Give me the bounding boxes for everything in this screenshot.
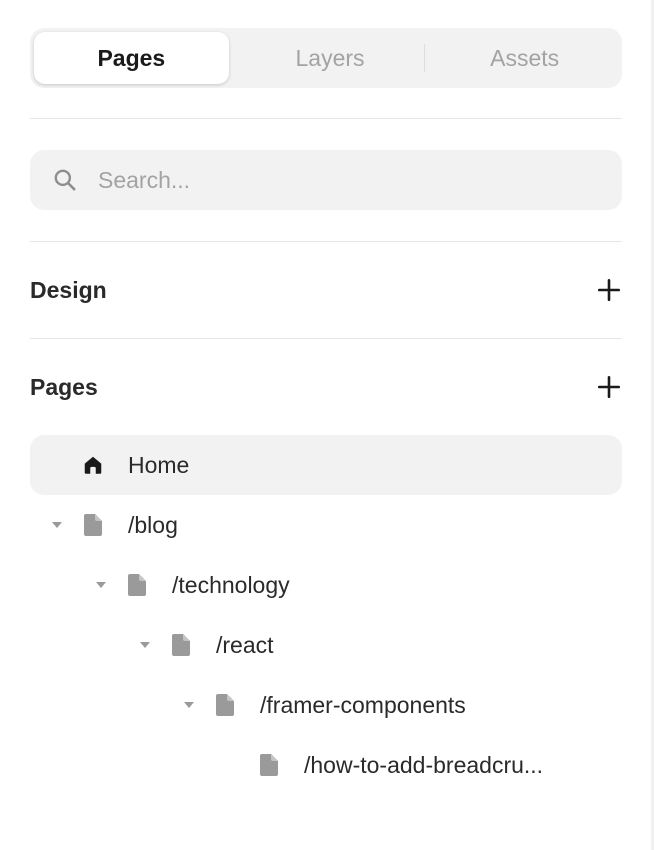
page-icon	[128, 574, 146, 596]
add-page-plus-icon[interactable]	[596, 374, 622, 400]
search-icon	[54, 169, 76, 191]
search-input[interactable]	[96, 165, 560, 195]
caret-down-icon[interactable]	[52, 522, 62, 528]
section-title-pages: Pages	[30, 373, 98, 400]
tree-item-label: /react	[216, 632, 274, 658]
divider	[30, 118, 622, 119]
home-icon	[84, 456, 102, 474]
tree-item-label: Home	[128, 452, 190, 478]
caret-down-icon[interactable]	[184, 702, 194, 708]
caret-down-icon[interactable]	[140, 642, 150, 648]
tab-divider	[424, 44, 425, 72]
tree-item-label: /how-to-add-breadcru...	[304, 752, 544, 778]
tab-layers[interactable]: Layers	[233, 28, 428, 88]
design-section-header: Design	[30, 242, 622, 338]
tree-item-blog[interactable]: /blog	[30, 495, 622, 555]
pages-section-header: Pages	[30, 339, 622, 435]
page-tree: Home /blog /technology /react /framer-co…	[30, 435, 622, 795]
tree-item-label: /blog	[128, 512, 178, 538]
section-title-design: Design	[30, 276, 107, 303]
page-icon	[84, 514, 102, 536]
view-tab-switcher: Pages Layers Assets	[30, 28, 622, 88]
tab-assets[interactable]: Assets	[427, 28, 622, 88]
tree-item-label: /technology	[172, 572, 290, 598]
tree-item-technology[interactable]: /technology	[30, 555, 622, 615]
tree-item-label: /framer-components	[260, 692, 466, 718]
tree-item-react[interactable]: /react	[30, 615, 622, 675]
tree-item-how-to-add-breadcrumbs[interactable]: /how-to-add-breadcru...	[30, 735, 622, 795]
add-design-plus-icon[interactable]	[596, 277, 622, 303]
page-icon	[260, 754, 278, 776]
tree-item-home[interactable]: Home	[30, 435, 622, 495]
left-sidebar-panel: Pages Layers Assets Design Pages	[30, 28, 622, 795]
tree-item-framer-components[interactable]: /framer-components	[30, 675, 622, 735]
search-bar[interactable]	[30, 150, 622, 210]
tab-pages[interactable]: Pages	[34, 32, 229, 84]
page-icon	[172, 634, 190, 656]
page-icon	[216, 694, 234, 716]
caret-down-icon[interactable]	[96, 582, 106, 588]
